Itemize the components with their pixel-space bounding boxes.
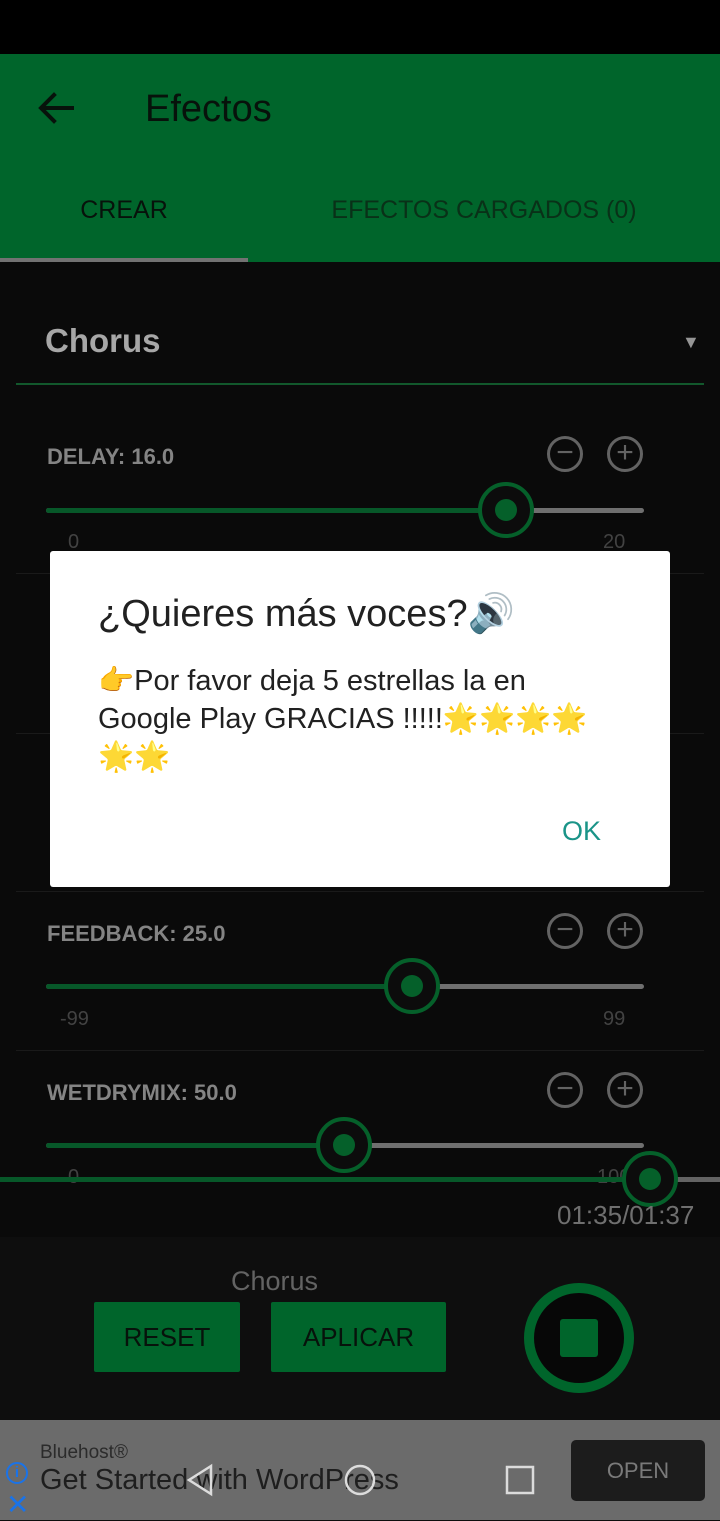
ad-close-icon[interactable]: ✕ [6, 1488, 29, 1521]
nav-home-icon[interactable] [343, 1463, 377, 1497]
ad-open-button[interactable]: OPEN [571, 1440, 705, 1501]
nav-back-icon[interactable] [183, 1463, 217, 1497]
dialog-ok-button[interactable]: OK [562, 816, 601, 847]
dialog-title: ¿Quieres más voces?🔊 [98, 593, 515, 635]
nav-recents-icon[interactable] [503, 1463, 537, 1497]
ad-info-icon[interactable]: i [6, 1462, 28, 1484]
ad-brand: Bluehost® [40, 1442, 128, 1463]
dialog-message: 👉Por favor deja 5 estrellas la en Google… [98, 665, 588, 773]
